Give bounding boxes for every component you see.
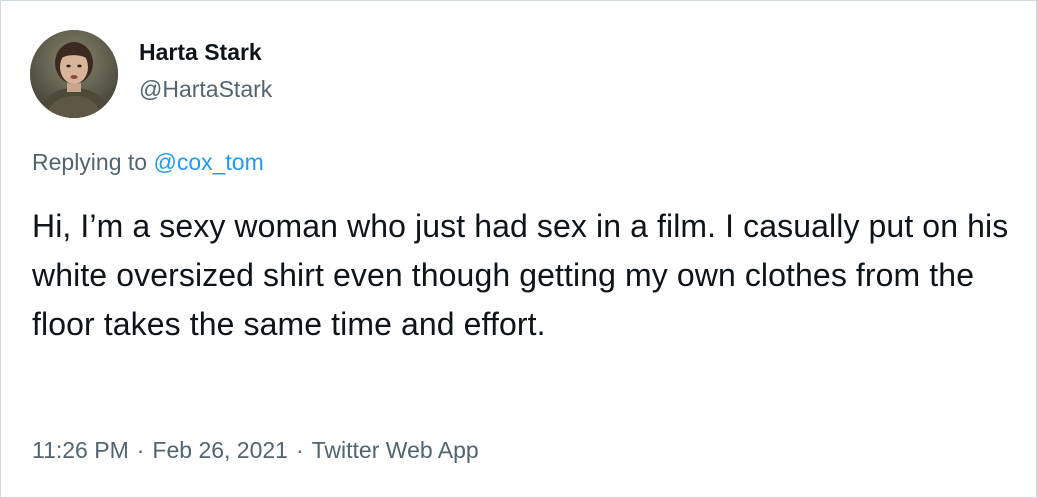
tweet-source-link[interactable]: Twitter Web App bbox=[312, 437, 479, 463]
tweet-card: Harta Stark @HartaStark Replying to @cox… bbox=[0, 0, 1037, 498]
replying-to-line: Replying to @cox_tom bbox=[32, 149, 264, 176]
display-name[interactable]: Harta Stark bbox=[139, 39, 262, 66]
replying-to-label: Replying to bbox=[32, 149, 154, 175]
avatar-image bbox=[30, 30, 118, 118]
avatar[interactable] bbox=[30, 30, 118, 118]
tweet-text: Hi, I’m a sexy woman who just had sex in… bbox=[32, 208, 1009, 342]
reply-to-handle-link[interactable]: @cox_tom bbox=[153, 149, 263, 175]
meta-separator: · bbox=[136, 437, 145, 463]
tweet-date[interactable]: Feb 26, 2021 bbox=[152, 437, 288, 463]
tweet-metadata: 11:26 PM · Feb 26, 2021 · Twitter Web App bbox=[32, 437, 479, 464]
meta-separator: · bbox=[295, 437, 304, 463]
user-handle[interactable]: @HartaStark bbox=[139, 76, 272, 103]
tweet-time[interactable]: 11:26 PM bbox=[32, 437, 129, 463]
